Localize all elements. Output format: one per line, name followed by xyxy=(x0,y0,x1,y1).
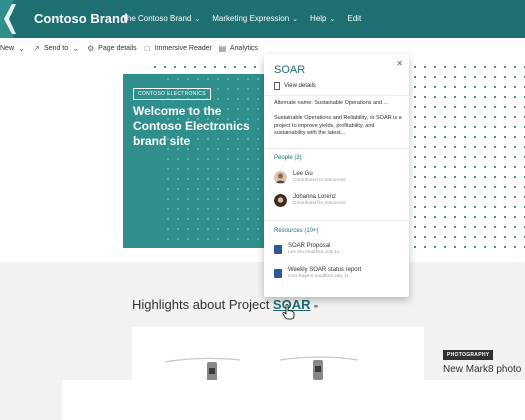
suite-header: Contoso Brand The Contoso Brand ⌄ Market… xyxy=(0,0,525,38)
resources-header[interactable]: Resources (10+) xyxy=(274,228,319,234)
resource-name: SOAR Proposal xyxy=(288,243,331,249)
new-button[interactable]: New ⌄ xyxy=(0,44,26,53)
chevron-down-icon: ⌄ xyxy=(329,15,336,23)
nav-item-edit[interactable]: Edit xyxy=(347,14,361,23)
resource-name: Weekly SOAR status report xyxy=(288,267,362,273)
chevron-down-icon: ⌄ xyxy=(292,15,299,23)
word-document-icon xyxy=(274,245,282,254)
resource-soar-proposal[interactable]: SOAR Proposal Lee Gu modified July 11 xyxy=(274,243,339,256)
word-document-icon xyxy=(274,269,282,278)
close-icon[interactable]: ✕ xyxy=(396,59,403,68)
alternate-name: Alternate name: Sustainable Operations a… xyxy=(274,100,389,106)
send-to-label: Send to xyxy=(44,44,69,52)
news-title[interactable]: New Mark8 photo xyxy=(443,364,521,375)
immersive-reader-label: Immersive Reader xyxy=(154,44,212,52)
hero-title: Welcome to the Contoso Electronics brand… xyxy=(133,104,250,148)
command-bar: New ⌄ ↗ Send to ⌄ ⚙ Page details □ Immer… xyxy=(0,38,525,58)
resource-modified: Irvin Sayers modified July 11 xyxy=(288,274,349,279)
topic-hover-card: ✕ SOAR View details Alternate name: Sust… xyxy=(264,54,409,297)
person-text: Johanna Lorenz Contributed to resources xyxy=(293,194,346,207)
hand-cursor-icon xyxy=(282,304,295,320)
new-label: New xyxy=(0,44,15,52)
site-title[interactable]: Contoso Brand xyxy=(34,11,128,26)
people-header[interactable]: People (3) xyxy=(274,155,302,161)
document-icon xyxy=(274,82,280,90)
highlights-prefix: Highlights about Project xyxy=(132,297,273,312)
person-text: Lee Gu Contributed to resources xyxy=(293,171,346,184)
page-details-button[interactable]: ⚙ Page details xyxy=(86,44,137,53)
card-overlay xyxy=(62,380,525,420)
nav-item-contoso-brand[interactable]: The Contoso Brand ⌄ xyxy=(122,14,200,23)
person-johanna-lorenz[interactable]: Johanna Lorenz Contributed to resources xyxy=(274,194,346,207)
share-icon: ↗ xyxy=(33,43,40,53)
hero-tile[interactable]: CONTOSO ELECTRONICS Welcome to the Conto… xyxy=(123,74,270,248)
resource-text: Weekly SOAR status report Irvin Sayers m… xyxy=(288,267,361,280)
person-name: Lee Gu xyxy=(293,171,313,177)
chevron-down-icon: ⌄ xyxy=(72,43,79,53)
nav-label: Help xyxy=(310,14,327,23)
nav-label: The Contoso Brand xyxy=(122,14,192,23)
avatar xyxy=(274,171,287,184)
chevron-down-icon: ⌄ xyxy=(194,15,201,23)
chevron-down-icon: ⌄ xyxy=(18,43,25,53)
person-activity: Contributed to resources xyxy=(293,178,346,183)
person-name: Johanna Lorenz xyxy=(293,194,337,200)
resource-text: SOAR Proposal Lee Gu modified July 11 xyxy=(288,243,339,256)
brand-logo-icon[interactable] xyxy=(0,0,34,38)
resource-modified: Lee Gu modified July 11 xyxy=(288,250,340,255)
chart-icon: ▤ xyxy=(218,43,227,53)
topic-icon: ⚭ xyxy=(312,302,320,311)
resource-weekly-status-report[interactable]: Weekly SOAR status report Irvin Sayers m… xyxy=(274,267,361,280)
person-lee-gu[interactable]: Lee Gu Contributed to resources xyxy=(274,171,346,184)
nav-item-marketing-expression[interactable]: Marketing Expression ⌄ xyxy=(212,14,298,23)
analytics-label: Analytics xyxy=(229,44,258,52)
hero-badge: CONTOSO ELECTRONICS xyxy=(133,88,211,100)
topic-title[interactable]: SOAR xyxy=(274,64,305,76)
gear-icon: ⚙ xyxy=(87,43,95,53)
nav-label: Marketing Expression xyxy=(212,14,290,23)
news-category-tag: PHOTOGRAPHY xyxy=(443,350,494,360)
analytics-button[interactable]: ▤ Analytics xyxy=(218,44,258,53)
avatar xyxy=(274,194,287,207)
divider xyxy=(264,95,409,96)
view-details-link[interactable]: View details xyxy=(274,82,316,90)
divider xyxy=(264,220,409,221)
send-to-button[interactable]: ↗ Send to ⌄ xyxy=(32,44,80,53)
view-details-label: View details xyxy=(284,83,316,89)
divider xyxy=(264,148,409,149)
nav-label: Edit xyxy=(347,14,362,23)
immersive-reader-button[interactable]: □ Immersive Reader xyxy=(143,44,212,53)
page-details-label: Page details xyxy=(98,44,137,52)
top-navigation: The Contoso Brand ⌄ Marketing Expression… xyxy=(122,14,361,23)
person-activity: Contributed to resources xyxy=(293,201,346,206)
nav-item-help[interactable]: Help ⌄ xyxy=(310,14,335,23)
reader-icon: □ xyxy=(144,43,150,53)
hero-tile-pattern xyxy=(163,74,270,248)
topic-description: Sustainable Operations and Reliability, … xyxy=(274,115,402,136)
